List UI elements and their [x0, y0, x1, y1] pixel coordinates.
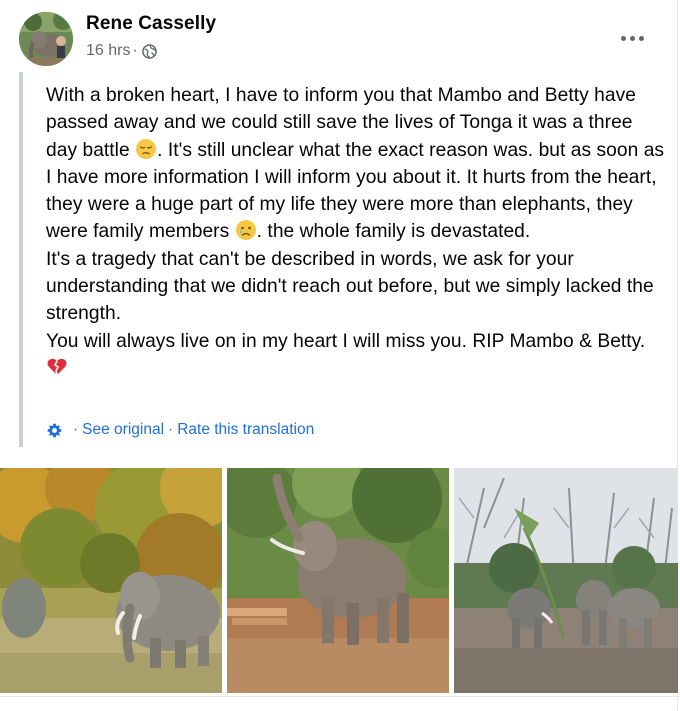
sad-tear-face-emoji — [235, 220, 256, 241]
quote-bar — [19, 72, 23, 447]
globe-icon — [141, 43, 157, 59]
avatar-image — [19, 12, 73, 66]
more-horizontal-icon — [620, 35, 626, 41]
post-text-segment: You will always live on in my heart I wi… — [46, 330, 646, 352]
post-meta: 16 hrs · — [86, 42, 157, 60]
more-dot — [629, 35, 635, 41]
see-original-link[interactable]: See original — [82, 421, 164, 439]
post-timestamp[interactable]: 16 hrs — [86, 42, 130, 60]
translation-separator: · — [73, 421, 79, 438]
translation-row: · See original · Rate this translation — [46, 421, 314, 439]
elephant-autumn-trees-photo[interactable] — [0, 468, 222, 693]
three-elephants-bare-trees-photo[interactable] — [454, 468, 678, 693]
pensive-face-emoji — [136, 138, 157, 159]
translation-separator: · — [168, 421, 174, 438]
post-text-segment: . the whole family is devastated. — [256, 221, 531, 243]
elephant-trunk-raised-photo[interactable] — [227, 468, 449, 693]
avatar[interactable] — [19, 12, 73, 66]
post-paragraph-1: With a broken heart, I have to inform yo… — [46, 82, 666, 246]
broken-heart-emoji — [47, 358, 67, 376]
post-text: With a broken heart, I have to inform yo… — [46, 82, 666, 382]
gear-icon[interactable] — [46, 422, 63, 439]
divider — [0, 696, 680, 697]
rate-translation-link[interactable]: Rate this translation — [177, 421, 314, 439]
meta-separator: · — [132, 42, 138, 59]
more-dot — [638, 35, 644, 41]
author-name[interactable]: Rene Casselly — [86, 13, 216, 35]
more-options-button[interactable] — [612, 24, 652, 52]
post-card: Rene Casselly 16 hrs · With a broken hea… — [0, 0, 680, 711]
post-paragraph-2: It's a tragedy that can't be described i… — [46, 248, 654, 325]
post-paragraph-3: You will always live on in my heart I wi… — [46, 328, 666, 383]
